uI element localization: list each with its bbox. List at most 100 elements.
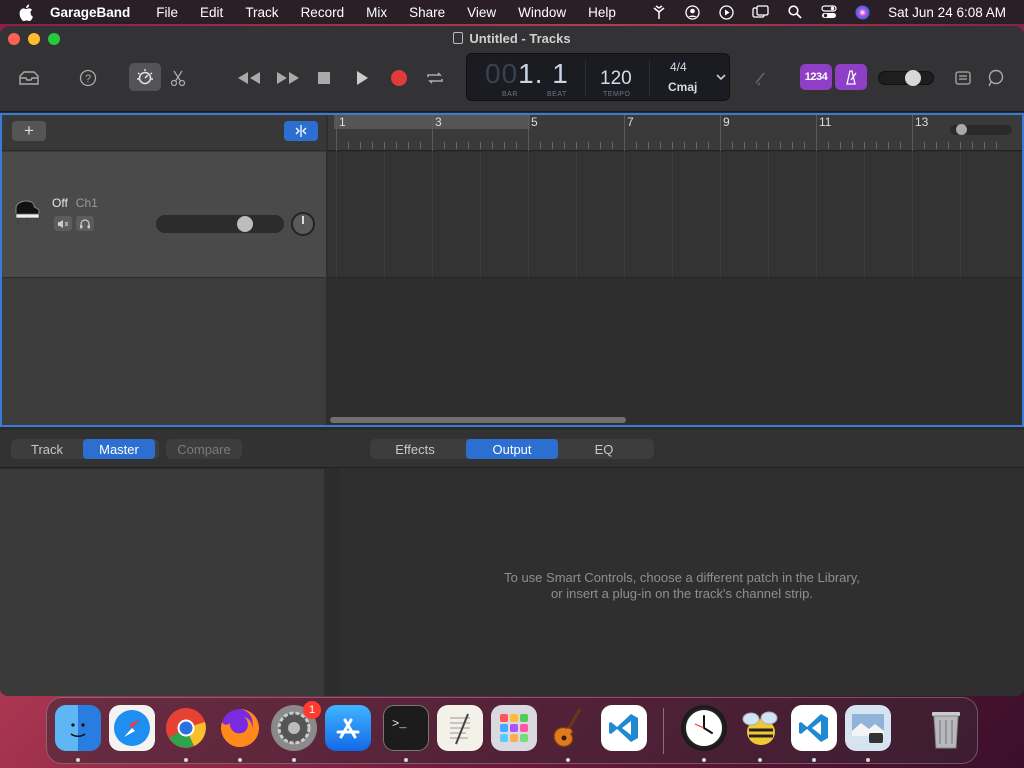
- lcd-divider: [585, 60, 586, 96]
- terminal-icon[interactable]: >_: [383, 705, 429, 751]
- vscode-icon[interactable]: [791, 705, 837, 751]
- rewind-icon: [238, 72, 260, 84]
- smart-controls-button[interactable]: [129, 63, 161, 91]
- timeline[interactable]: 1 3 5 7 9 11 13: [328, 115, 1022, 425]
- track-pan-knob[interactable]: [291, 212, 315, 236]
- trash-icon[interactable]: [923, 705, 969, 751]
- running-indicator: [566, 758, 570, 762]
- solo-button[interactable]: [76, 216, 94, 231]
- grid-line: [576, 152, 577, 278]
- cyberduck-icon[interactable]: [737, 705, 783, 751]
- app-store-icon[interactable]: [325, 705, 371, 751]
- tab-effects[interactable]: Effects: [370, 439, 460, 459]
- tab-eq[interactable]: EQ: [558, 439, 650, 459]
- notification-badge: 1: [303, 701, 321, 719]
- ruler[interactable]: 1 3 5 7 9 11 13: [328, 115, 1022, 151]
- tab-output[interactable]: Output: [466, 439, 558, 459]
- smart-controls-icon: [137, 69, 153, 85]
- tab-track[interactable]: Track: [11, 439, 83, 459]
- notepad-button[interactable]: [948, 66, 978, 90]
- menu-record[interactable]: Record: [301, 5, 345, 20]
- ruler-minor-tick: [696, 142, 697, 149]
- ruler-minor-tick: [684, 142, 685, 149]
- launchpad-icon[interactable]: [491, 705, 537, 751]
- master-volume-slider[interactable]: [878, 70, 934, 86]
- spotlight-search-icon[interactable]: [786, 4, 803, 21]
- preview-icon[interactable]: [845, 705, 891, 751]
- loop-browser-button[interactable]: [981, 66, 1011, 90]
- cycle-icon: [427, 72, 443, 84]
- add-track-button[interactable]: +: [12, 121, 46, 141]
- ruler-major-tick: [432, 115, 433, 151]
- ruler-minor-tick: [840, 142, 841, 149]
- menu-help[interactable]: Help: [588, 5, 616, 20]
- screen-mirroring-icon[interactable]: [752, 4, 769, 21]
- quick-help-button[interactable]: ?: [73, 66, 103, 90]
- finder-icon[interactable]: [55, 705, 101, 751]
- clock-icon[interactable]: [681, 705, 727, 751]
- record-button[interactable]: [384, 66, 414, 90]
- menu-window[interactable]: Window: [518, 5, 566, 20]
- chrome-icon[interactable]: [163, 705, 209, 751]
- time-signature[interactable]: 4/4: [670, 60, 687, 74]
- zoom-knob[interactable]: [956, 124, 967, 135]
- compare-button[interactable]: Compare: [166, 439, 242, 459]
- tracks-area: + Off Ch1 1 3 5 7 9 11 13: [0, 113, 1024, 427]
- zoom-slider[interactable]: [950, 124, 1012, 135]
- ruler-minor-tick: [744, 142, 745, 149]
- apple-menu-icon[interactable]: [18, 0, 34, 24]
- antenna-icon[interactable]: [650, 4, 667, 21]
- garageband-icon[interactable]: [545, 705, 591, 751]
- siri-icon[interactable]: [854, 4, 871, 21]
- firefox-icon[interactable]: [217, 705, 263, 751]
- master-volume-knob[interactable]: [905, 70, 921, 86]
- tab-master[interactable]: Master: [83, 439, 155, 459]
- track-header-empty-area[interactable]: [2, 279, 326, 425]
- grid-line: [480, 152, 481, 278]
- vscode-icon[interactable]: [601, 705, 647, 751]
- metronome-button[interactable]: [835, 64, 867, 90]
- grand-piano-icon: [15, 200, 40, 225]
- library-button[interactable]: [14, 66, 44, 90]
- system-settings-icon[interactable]: 1: [271, 701, 321, 751]
- library-icon: [19, 71, 39, 85]
- mute-button[interactable]: [54, 216, 72, 231]
- track-name[interactable]: Off Ch1: [52, 196, 98, 210]
- menu-edit[interactable]: Edit: [200, 5, 223, 20]
- menu-share[interactable]: Share: [409, 5, 445, 20]
- ruler-minor-tick: [828, 142, 829, 149]
- catch-playhead-button[interactable]: [284, 121, 318, 141]
- menu-view[interactable]: View: [467, 5, 496, 20]
- safari-icon[interactable]: [109, 705, 155, 751]
- play-button[interactable]: [347, 66, 377, 90]
- cycle-button[interactable]: [420, 66, 450, 90]
- editors-button[interactable]: [163, 66, 193, 90]
- track-header[interactable]: Off Ch1: [2, 152, 326, 278]
- horizontal-scrollbar[interactable]: [330, 417, 626, 423]
- key-signature[interactable]: Cmaj: [668, 80, 697, 94]
- chevron-down-icon[interactable]: [714, 70, 728, 84]
- catch-playhead-icon: [295, 125, 307, 137]
- track-volume-slider[interactable]: [156, 215, 284, 233]
- menubar-clock[interactable]: Sat Jun 24 6:08 AM: [888, 5, 1006, 20]
- menu-file[interactable]: File: [156, 5, 178, 20]
- tuner-button[interactable]: [745, 66, 775, 90]
- rewind-button[interactable]: [234, 66, 264, 90]
- control-center-icon[interactable]: [820, 4, 837, 21]
- play-circle-icon[interactable]: [718, 4, 735, 21]
- user-icon[interactable]: [684, 4, 701, 21]
- count-in-button[interactable]: 1234: [800, 64, 832, 90]
- tempo-value[interactable]: 120: [600, 68, 632, 90]
- position-digits: 1. 1: [518, 58, 569, 89]
- menu-track[interactable]: Track: [245, 5, 278, 20]
- menu-app-name[interactable]: GarageBand: [50, 5, 130, 20]
- textedit-icon[interactable]: [437, 705, 483, 751]
- menu-mix[interactable]: Mix: [366, 5, 387, 20]
- record-icon: [391, 70, 407, 86]
- track-volume-knob[interactable]: [237, 216, 253, 232]
- position-dim-digits: 00: [485, 58, 519, 89]
- stop-button[interactable]: [309, 66, 339, 90]
- grid-line: [528, 152, 529, 278]
- lcd-display[interactable]: 001. 1 BAR BEAT 120 TEMPO 4/4 Cmaj: [466, 53, 730, 101]
- fast-forward-button[interactable]: [273, 66, 303, 90]
